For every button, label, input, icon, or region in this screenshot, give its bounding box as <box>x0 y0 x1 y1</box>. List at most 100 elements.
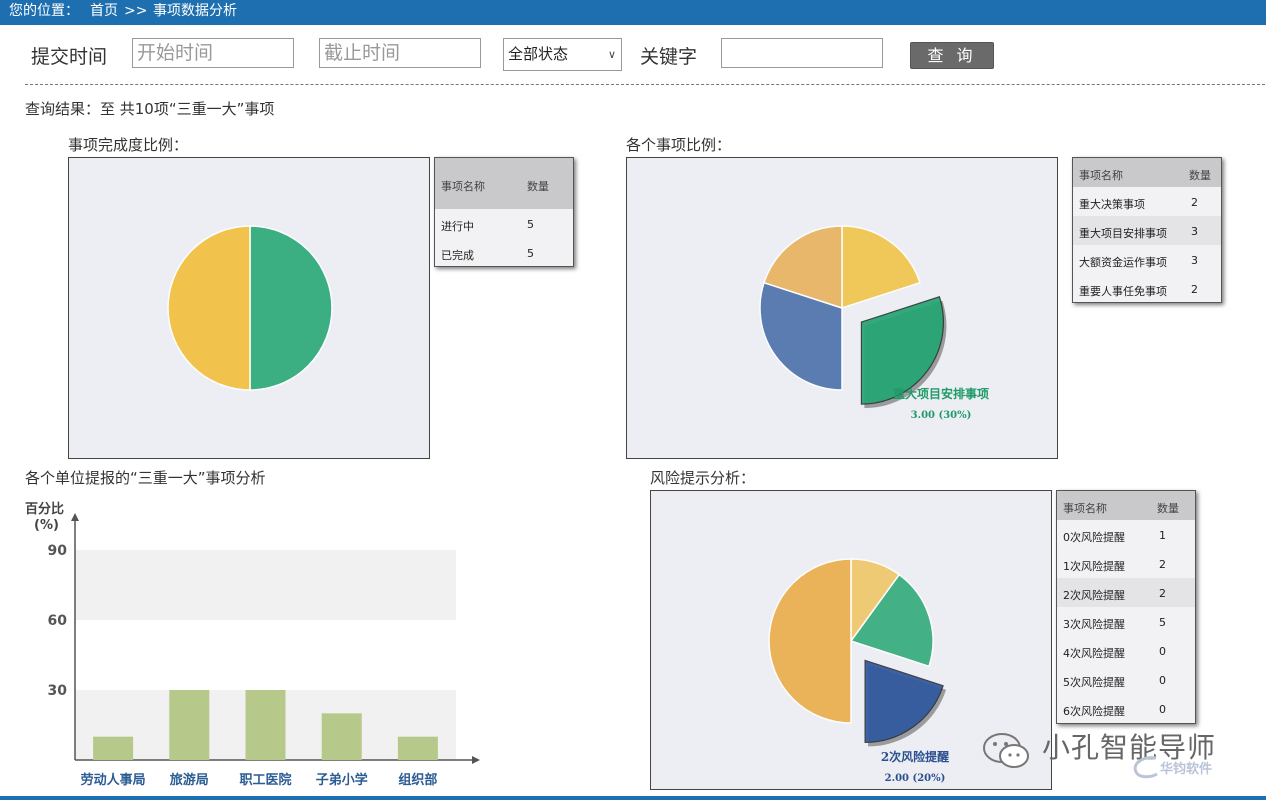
legend-row: 重要人事任免事项 2 <box>1073 274 1221 303</box>
bar[interactable] <box>321 713 362 760</box>
bar[interactable] <box>93 736 134 760</box>
pie-highlight-label: 重大项目安排事项 <box>893 386 989 401</box>
legend-row: 已完成 5 <box>435 238 573 267</box>
items-legend-table: 事项名称 数量 重大决策事项 2 重大项目安排事项 3 大额资金运作事项 3 重… <box>1072 157 1222 303</box>
legend-header-row: 事项名称 数量 <box>1057 491 1195 520</box>
breadcrumb-separator: >> <box>124 3 148 19</box>
pie-slice-3[interactable] <box>864 659 944 744</box>
legend-row: 进行中 5 <box>435 209 573 238</box>
legend-item-count: 5 <box>527 218 534 231</box>
legend-item-name: 2次风险提醒 <box>1063 589 1125 602</box>
completion-chart-title: 事项完成度比例： <box>68 136 189 154</box>
legend-item-name: 重大项目安排事项 <box>1079 227 1167 240</box>
legend-row: 5次风险提醒 0 <box>1057 665 1195 694</box>
breadcrumb-current: 事项数据分析 <box>153 3 237 19</box>
x-tick-label: 职工医院 <box>239 772 291 788</box>
legend-item-name: 4次风险提醒 <box>1063 647 1125 660</box>
items-pie-chart: 重大项目安排事项 3.00 (30%) <box>759 225 989 421</box>
start-time-input[interactable]: 开始时间 <box>132 38 294 68</box>
watermark: 小孔智能导师 华钧软件 <box>980 724 1240 784</box>
completion-pie-chart <box>167 225 333 391</box>
location-bar: 您的位置： 首页 >> 事项数据分析 <box>0 0 1266 25</box>
legend-row: 6次风险提醒 0 <box>1057 694 1195 723</box>
x-axis-arrow-icon <box>472 756 480 764</box>
x-tick-label: 组织部 <box>398 772 437 788</box>
legend-header-row: 事项名称 数量 <box>435 158 573 209</box>
result-summary: 查询结果：至 共10项“三重一大”事项 <box>25 100 275 118</box>
chevron-down-icon: ∨ <box>607 48 616 61</box>
legend-item-count: 5 <box>527 247 534 260</box>
legend-item-name: 大额资金运作事项 <box>1079 256 1167 269</box>
legend-item-name: 0次风险提醒 <box>1063 531 1125 544</box>
items-chart-title: 各个事项比例： <box>626 136 732 154</box>
watermark-brand: 华钧软件 <box>1160 762 1213 777</box>
pie-slice-1[interactable] <box>249 225 333 391</box>
y-tick-label: 90 <box>48 543 68 559</box>
pie-slice-2[interactable] <box>167 225 251 391</box>
legend-row: 2次风险提醒 2 <box>1057 578 1195 607</box>
legend-item-name: 1次风险提醒 <box>1063 560 1125 573</box>
status-select[interactable]: 全部状态 ∨ <box>503 38 622 71</box>
legend-row: 3次风险提醒 5 <box>1057 607 1195 636</box>
legend-item-name: 进行中 <box>441 220 474 233</box>
pie-slice-4[interactable] <box>768 558 852 724</box>
grid-band <box>75 550 456 620</box>
divider <box>25 84 1265 85</box>
legend-row: 重大决策事项 2 <box>1073 187 1221 216</box>
legend-item-count: 3 <box>1191 254 1198 267</box>
legend-item-name: 5次风险提醒 <box>1063 676 1125 689</box>
units-bar-chart: 30 60 90 劳动人事局 旅游局 职工医院 子弟小学 组织部 <box>48 513 480 788</box>
legend-item-count: 2 <box>1159 587 1166 600</box>
legend-item-name: 重大决策事项 <box>1079 198 1145 211</box>
keyword-label: 关键字 <box>640 46 698 68</box>
risk-chart-title: 风险提示分析： <box>650 469 756 487</box>
risk-legend-table: 事项名称 数量 0次风险提醒 1 1次风险提醒 2 2次风险提醒 2 3次风险提… <box>1056 490 1196 724</box>
breadcrumb-home-link[interactable]: 首页 <box>90 0 118 23</box>
y-tick-label: 30 <box>48 683 68 699</box>
keyword-input[interactable] <box>721 38 883 68</box>
end-time-input[interactable]: 截止时间 <box>319 38 481 68</box>
legend-header-name: 事项名称 <box>441 180 485 193</box>
items-chart-panel: 重大项目安排事项 3.00 (30%) <box>626 157 1058 459</box>
legend-header-name: 事项名称 <box>1063 502 1107 515</box>
legend-item-name: 3次风险提醒 <box>1063 618 1125 631</box>
pie-highlight-value: 3.00 (30%) <box>911 410 972 421</box>
legend-header-count: 数量 <box>1189 169 1211 182</box>
wechat-icon <box>983 733 1029 768</box>
legend-item-count: 0 <box>1159 703 1166 716</box>
status-select-value: 全部状态 <box>508 45 569 63</box>
legend-item-count: 2 <box>1191 283 1198 296</box>
legend-item-count: 0 <box>1159 674 1166 687</box>
legend-item-name: 重要人事任免事项 <box>1079 285 1167 298</box>
search-button[interactable]: 查 询 <box>910 42 994 69</box>
legend-row: 4次风险提醒 0 <box>1057 636 1195 665</box>
legend-header-count: 数量 <box>527 180 549 193</box>
bottom-border <box>0 796 1266 800</box>
legend-item-count: 5 <box>1159 616 1166 629</box>
legend-header-name: 事项名称 <box>1079 169 1123 182</box>
x-tick-label: 子弟小学 <box>316 772 368 788</box>
legend-row: 大额资金运作事项 3 <box>1073 245 1221 274</box>
legend-item-count: 2 <box>1191 196 1198 209</box>
submit-time-label: 提交时间 <box>31 46 108 68</box>
y-tick-label: 60 <box>48 613 68 629</box>
completion-legend-table: 事项名称 数量 进行中 5 已完成 5 <box>434 157 574 267</box>
pie-slice-1[interactable] <box>841 225 921 310</box>
legend-item-name: 6次风险提醒 <box>1063 705 1125 718</box>
legend-item-count: 1 <box>1159 529 1166 542</box>
legend-item-count: 3 <box>1191 225 1198 238</box>
bar[interactable] <box>245 690 286 760</box>
legend-row: 1次风险提醒 2 <box>1057 549 1195 578</box>
legend-item-count: 0 <box>1159 645 1166 658</box>
legend-row: 0次风险提醒 1 <box>1057 520 1195 549</box>
bar[interactable] <box>397 736 438 760</box>
brand-logo-icon <box>1133 756 1158 779</box>
location-label: 您的位置： <box>9 3 79 19</box>
x-tick-label: 劳动人事局 <box>81 772 146 788</box>
legend-item-count: 2 <box>1159 558 1166 571</box>
pie-highlight-label: 2次风险提醒 <box>881 749 949 764</box>
legend-header-row: 事项名称 数量 <box>1073 158 1221 187</box>
pie-highlight-value: 2.00 (20%) <box>885 773 946 784</box>
legend-item-name: 已完成 <box>441 249 474 262</box>
bar[interactable] <box>169 690 210 760</box>
